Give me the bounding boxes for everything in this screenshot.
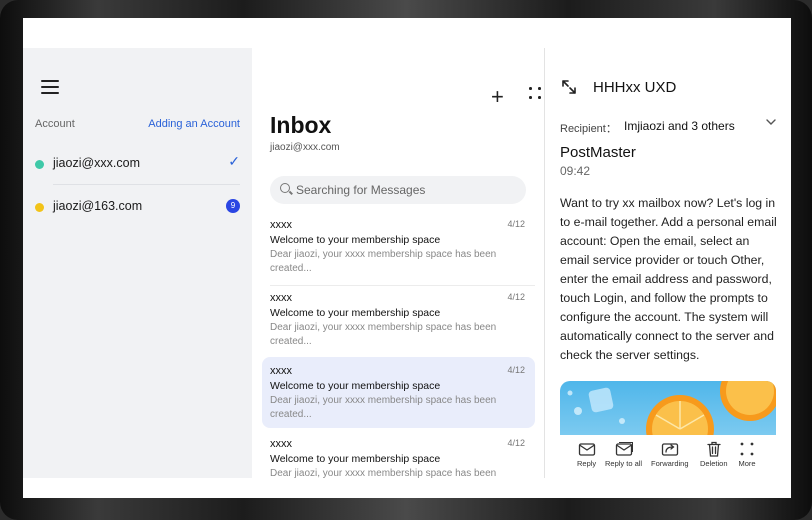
delete-button[interactable]: Deletion bbox=[700, 441, 728, 468]
message-subject: Welcome to your membership space bbox=[270, 307, 441, 319]
unread-badge: 9 bbox=[226, 199, 240, 213]
reply-all-icon bbox=[615, 441, 633, 456]
add-account-link[interactable]: Adding an Account bbox=[148, 118, 240, 130]
trash-icon bbox=[707, 441, 721, 457]
account-row-163[interactable]: jiaozi@163.com 9 bbox=[23, 186, 252, 227]
message-item[interactable]: xxxx 4/12 Welcome to your membership spa… bbox=[262, 215, 535, 286]
reply-all-label: Reply to all bbox=[605, 459, 643, 468]
message-subject: Welcome to your membership space bbox=[270, 453, 441, 465]
page-title: Inbox bbox=[270, 112, 332, 138]
delete-label: Deletion bbox=[700, 459, 728, 468]
message-date: 4/12 bbox=[507, 292, 525, 302]
more-grid-icon bbox=[740, 442, 754, 456]
search-input[interactable]: Searching for Messages bbox=[270, 176, 526, 204]
sender-name: PostMaster bbox=[560, 144, 636, 161]
checkmark-icon: ✓ bbox=[228, 153, 240, 169]
account-label: Account bbox=[35, 118, 75, 130]
message-date: 4/12 bbox=[507, 438, 525, 448]
message-detail-pane: HHHxx UXD Recipient： Imjiaozi and 3 othe… bbox=[545, 48, 791, 478]
recipient-value: Imjiaozi and 3 others bbox=[624, 119, 735, 133]
compose-plus-icon[interactable]: + bbox=[491, 86, 504, 108]
message-date: 4/12 bbox=[507, 365, 525, 375]
message-item[interactable]: xxxx 4/12 Welcome to your membership spa… bbox=[262, 434, 535, 498]
message-from: xxxx bbox=[270, 292, 292, 304]
forward-button[interactable]: Forwarding bbox=[651, 441, 689, 468]
account-color-dot bbox=[35, 203, 44, 212]
message-preview: Dear jiaozi, your xxxx membership space … bbox=[270, 395, 497, 420]
email-image bbox=[560, 381, 776, 435]
message-subject: Welcome to your membership space bbox=[270, 380, 441, 392]
reply-all-button[interactable]: Reply to all bbox=[605, 441, 642, 468]
message-from: xxxx bbox=[270, 219, 292, 231]
message-item[interactable]: xxxx 4/12 Welcome to your membership spa… bbox=[262, 288, 535, 359]
more-label: More bbox=[738, 459, 756, 468]
message-preview: Dear jiaozi, your xxxx membership space … bbox=[270, 322, 497, 347]
account-address: jiaozi@xxx.com bbox=[53, 156, 141, 170]
account-row-xxx[interactable]: jiaozi@xxx.com ✓ bbox=[23, 143, 252, 184]
message-subject: Welcome to your membership space bbox=[270, 234, 441, 246]
message-preview: Dear jiaozi, your xxxx membership space … bbox=[270, 468, 497, 479]
expand-icon[interactable] bbox=[561, 79, 577, 95]
account-sidebar: Account Adding an Account jiaozi@xxx.com… bbox=[23, 48, 252, 478]
chevron-down-icon[interactable] bbox=[765, 116, 777, 128]
detail-title: HHHxx UXD bbox=[593, 79, 677, 96]
app-screen: Account Adding an Account jiaozi@xxx.com… bbox=[23, 18, 791, 498]
message-toolbar: Reply Reply to all Forwarding Deletion M… bbox=[545, 435, 791, 478]
reply-label: Reply bbox=[577, 459, 597, 468]
reply-button[interactable]: Reply bbox=[577, 441, 596, 468]
forward-label: Forwarding bbox=[651, 459, 689, 468]
forward-icon bbox=[661, 443, 678, 456]
message-divider bbox=[270, 285, 535, 286]
menu-icon[interactable] bbox=[41, 80, 59, 94]
message-preview: Dear jiaozi, your xxxx membership space … bbox=[270, 249, 497, 274]
message-from: xxxx bbox=[270, 365, 292, 377]
account-color-dot bbox=[35, 160, 44, 169]
message-from: xxxx bbox=[270, 438, 292, 450]
inbox-account-address: jiaozi@xxx.com bbox=[270, 142, 340, 153]
recipient-label: Recipient： bbox=[560, 123, 617, 135]
account-divider bbox=[53, 184, 240, 185]
reply-icon bbox=[578, 443, 595, 456]
more-grid-icon[interactable] bbox=[529, 86, 543, 100]
search-icon bbox=[280, 183, 290, 193]
message-item-selected[interactable]: xxxx 4/12 Welcome to your membership spa… bbox=[262, 357, 535, 428]
message-time: 09:42 bbox=[560, 164, 591, 178]
message-date: 4/12 bbox=[507, 219, 525, 229]
search-placeholder: Searching for Messages bbox=[296, 183, 426, 197]
message-body: Want to try xx mailbox now? Let's log in… bbox=[560, 196, 777, 362]
more-button[interactable]: More bbox=[738, 441, 756, 468]
account-address: jiaozi@163.com bbox=[53, 199, 143, 213]
message-list-pane: + Inbox jiaozi@xxx.com Searching for Mes… bbox=[252, 48, 545, 479]
